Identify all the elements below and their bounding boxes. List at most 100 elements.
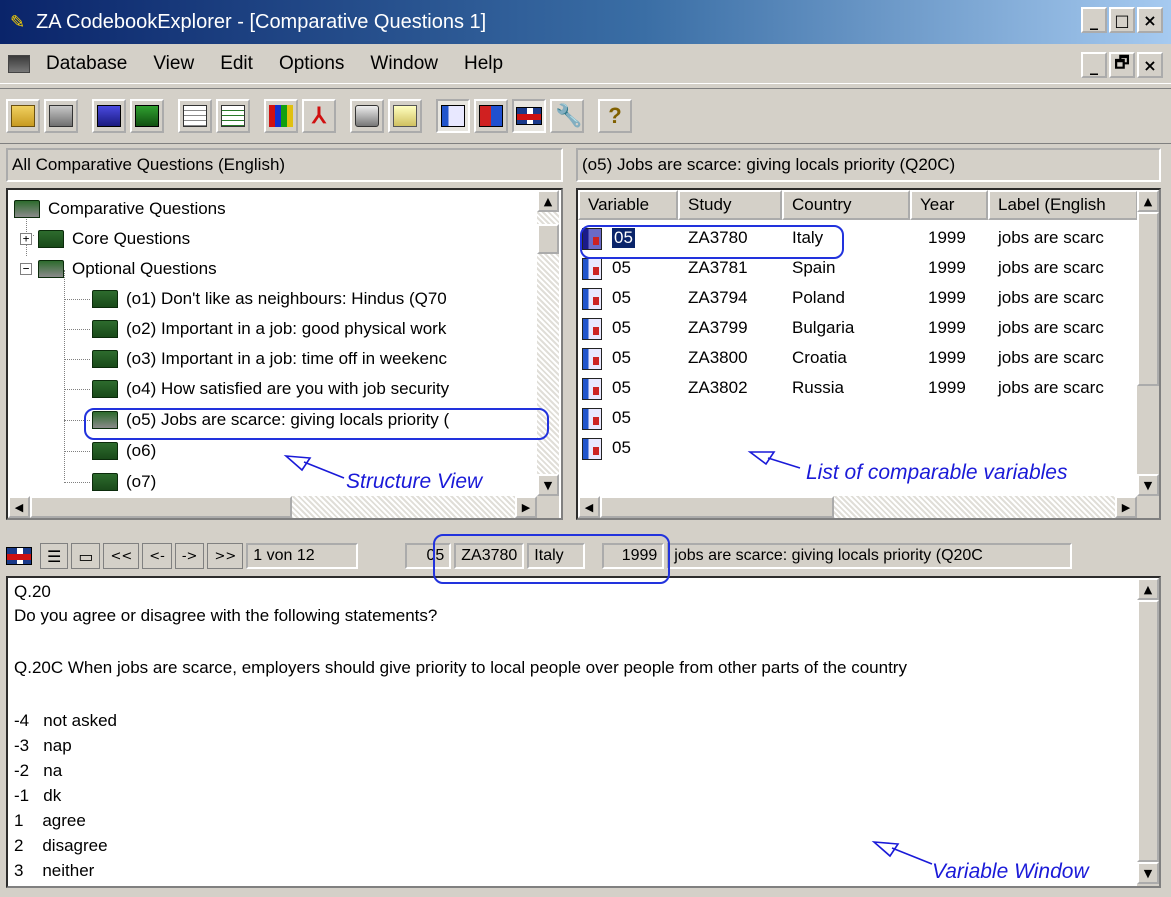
tree-item-o7[interactable]: (o7)	[92, 467, 156, 497]
scroll-down-arrow-icon[interactable]: ▼	[1137, 862, 1159, 884]
variable-window-annotation: Variable Window	[932, 860, 1089, 883]
prev-record-button[interactable]: <-	[142, 543, 172, 569]
cell-year: 1999	[928, 258, 966, 277]
last-record-button[interactable]: >>	[207, 543, 244, 569]
first-record-button[interactable]: <<	[103, 543, 140, 569]
tree-item-core[interactable]: + Core Questions	[20, 224, 190, 254]
table-row[interactable]: 05 ZA3800 Croatia 1999 jobs are scarc	[578, 344, 1138, 374]
record-position: 1 von 12	[246, 543, 359, 569]
col-header-variable[interactable]: Variable	[578, 190, 678, 220]
tree-root[interactable]: Comparative Questions	[14, 194, 226, 224]
maximize-button[interactable]: □	[1109, 7, 1135, 33]
expand-icon[interactable]: +	[20, 233, 32, 245]
table2-button[interactable]	[216, 99, 250, 133]
search-button[interactable]	[388, 99, 422, 133]
nav-label: jobs are scarce: giving locals priority …	[667, 543, 1073, 569]
table-row[interactable]: 05 ZA3794 Poland 1999 jobs are scarc	[578, 284, 1138, 314]
database-button[interactable]	[44, 99, 78, 133]
cell-label: jobs are scarc	[998, 378, 1104, 397]
cell-variable: 05	[612, 438, 631, 457]
scroll-left-arrow-icon[interactable]: ◀	[578, 496, 600, 518]
printer-button[interactable]	[350, 99, 384, 133]
tree-vscroll-thumb[interactable]	[537, 224, 559, 254]
app-window: ✎ ZA CodebookExplorer - [Comparative Que…	[0, 0, 1171, 897]
tree-item-o6[interactable]: (o6)	[92, 436, 156, 466]
menu-view[interactable]: View	[153, 53, 194, 75]
next-record-button[interactable]: ->	[174, 543, 205, 569]
variable-text-line: Q.20C When jobs are scarce, employers sh…	[14, 658, 907, 677]
menu-options[interactable]: Options	[279, 53, 344, 75]
help-icon: ?	[608, 103, 622, 128]
single-view-icon[interactable]: ▭	[71, 543, 101, 569]
grid-hscroll-thumb[interactable]	[600, 496, 834, 518]
book-blue-icon	[97, 105, 121, 127]
tree-item-label: (o4) How satisfied are you with job secu…	[126, 379, 450, 398]
database-icon	[49, 105, 73, 127]
pdf-icon: ⅄	[312, 103, 326, 128]
table-row[interactable]: 05 ZA3802 Russia 1999 jobs are scarc	[578, 374, 1138, 404]
menu-window[interactable]: Window	[370, 53, 438, 75]
scroll-up-arrow-icon[interactable]: ▲	[1137, 190, 1159, 212]
variable-text-line: -1 dk	[14, 786, 62, 805]
scroll-down-arrow-icon[interactable]: ▼	[1137, 474, 1159, 496]
menu-edit[interactable]: Edit	[220, 53, 253, 75]
variable-vscroll-thumb[interactable]	[1137, 600, 1159, 862]
document-icon[interactable]	[8, 54, 30, 73]
flag-uk-icon[interactable]	[6, 547, 32, 565]
language-button[interactable]	[512, 99, 546, 133]
book-blue-button[interactable]	[92, 99, 126, 133]
tree-item-optional[interactable]: − Optional Questions	[20, 254, 217, 284]
tree-item-o4[interactable]: (o4) How satisfied are you with job secu…	[92, 374, 449, 404]
scroll-right-arrow-icon[interactable]: ▶	[515, 496, 537, 518]
list-view-icon[interactable]: ☰	[40, 543, 69, 569]
grid-vscroll-thumb[interactable]	[1137, 212, 1159, 386]
variable-arrow-icon	[871, 841, 933, 865]
variable-text-line: -2 na	[14, 761, 63, 780]
cell-label: jobs are scarc	[998, 228, 1104, 247]
variable-text-line: Do you agree or disagree with the follow…	[14, 606, 438, 625]
variable-text-line: -4 not asked	[14, 711, 118, 730]
structure-arrow-icon	[283, 455, 345, 479]
open-button[interactable]	[6, 99, 40, 133]
table-row[interactable]: 05	[578, 434, 1138, 464]
scroll-right-arrow-icon[interactable]: ▶	[1115, 496, 1137, 518]
document-button[interactable]	[436, 99, 470, 133]
window-title: ZA CodebookExplorer - [Comparative Quest…	[36, 10, 487, 33]
table-button[interactable]	[178, 99, 212, 133]
book-green-button[interactable]	[130, 99, 164, 133]
tools-button[interactable]: 🔧	[550, 99, 584, 133]
tree-item-o1[interactable]: (o1) Don't like as neighbours: Hindus (Q…	[92, 284, 447, 314]
tree-hscroll-thumb[interactable]	[30, 496, 292, 518]
variable-text-line: 3 neither	[14, 861, 95, 880]
col-header-label[interactable]: Label (English	[988, 190, 1138, 220]
scroll-left-arrow-icon[interactable]: ◀	[8, 496, 30, 518]
doc-restore-button[interactable]: 🗗	[1109, 52, 1135, 78]
compare-button[interactable]	[474, 99, 508, 133]
callout-grid-selection	[580, 225, 844, 259]
chart-button[interactable]	[264, 99, 298, 133]
col-header-study[interactable]: Study	[678, 190, 782, 220]
app-icon: ✎	[10, 12, 26, 32]
menu-database[interactable]: Database	[46, 53, 127, 75]
col-header-country[interactable]: Country	[782, 190, 910, 220]
doc-close-button[interactable]: ×	[1137, 52, 1163, 78]
scroll-up-arrow-icon[interactable]: ▲	[1137, 578, 1159, 600]
help-button[interactable]: ?	[598, 99, 632, 133]
scroll-down-arrow-icon[interactable]: ▼	[537, 474, 559, 496]
menu-help[interactable]: Help	[464, 53, 503, 75]
doc-minimize-button[interactable]: _	[1081, 52, 1107, 78]
pdf-button[interactable]: ⅄	[302, 99, 336, 133]
table-row[interactable]: 05	[578, 404, 1138, 434]
cell-variable: 05	[612, 408, 631, 427]
tree-item-o2[interactable]: (o2) Important in a job: good physical w…	[92, 314, 446, 344]
close-button[interactable]: ×	[1137, 7, 1163, 33]
scroll-up-arrow-icon[interactable]: ▲	[537, 190, 559, 212]
minimize-button[interactable]: _	[1081, 7, 1107, 33]
window-controls: _ □ ×	[1081, 7, 1163, 33]
table-row[interactable]: 05 ZA3799 Bulgaria 1999 jobs are scarc	[578, 314, 1138, 344]
collapse-icon[interactable]: −	[20, 263, 32, 275]
folder-icon	[92, 473, 118, 491]
col-header-year[interactable]: Year	[910, 190, 988, 220]
document-view-icon	[441, 105, 465, 127]
tree-item-o3[interactable]: (o3) Important in a job: time off in wee…	[92, 344, 447, 374]
